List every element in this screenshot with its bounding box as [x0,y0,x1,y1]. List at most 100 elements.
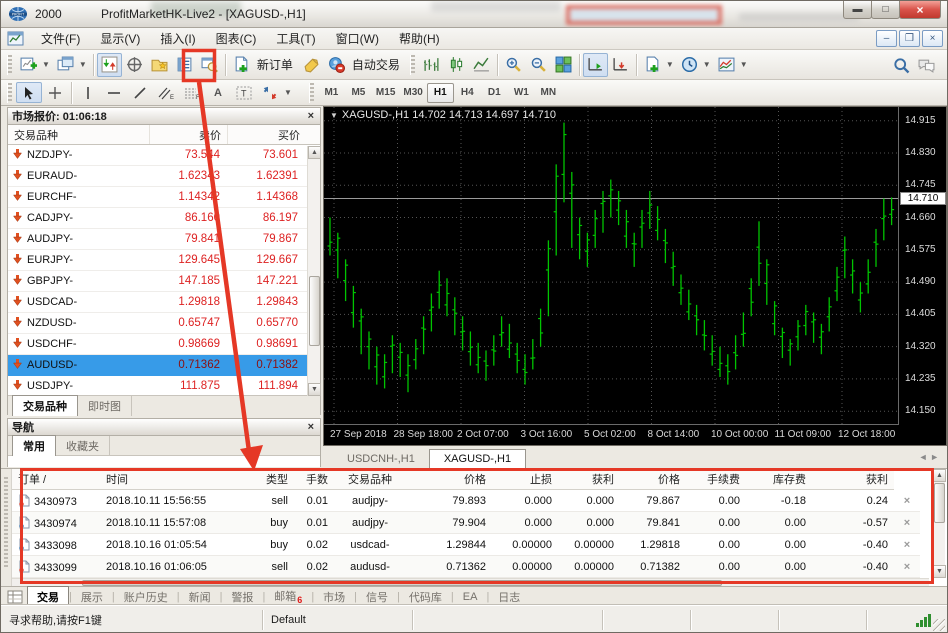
scroll-down-icon[interactable]: ▼ [933,565,946,578]
menu-item-view[interactable]: 显示(V) [90,27,150,50]
scroll-up-icon[interactable]: ▲ [933,469,946,482]
mdi-close-button[interactable]: × [922,30,943,47]
terminal-column-3[interactable]: 手数 [294,471,334,487]
terminal-column-11[interactable]: 获利 [812,471,894,487]
text-label-button[interactable]: T [231,82,257,103]
close-icon[interactable]: × [306,110,316,122]
zoom-in-button[interactable] [501,53,526,77]
mdi-minimize-button[interactable]: – [876,30,897,47]
indicators-dropdown[interactable]: ▼ [666,60,674,69]
zoom-out-button[interactable] [526,53,551,77]
timeframe-M1[interactable]: M1 [318,83,345,103]
navigator-tab-收藏夹[interactable]: 收藏夹 [56,436,110,456]
terminal-column-1[interactable]: 时间 [100,471,250,487]
market-watch-button[interactable] [96,52,122,77]
horizontal-line-button[interactable] [101,82,127,103]
timeframe-M5[interactable]: M5 [345,83,372,103]
close-button[interactable]: × [899,1,941,19]
candlestick-chart-button[interactable] [444,53,469,77]
profiles-dropdown[interactable]: ▼ [79,60,87,69]
market-watch-tab-交易品种[interactable]: 交易品种 [12,395,78,416]
order-row[interactable]: 3430974 2018.10.11 15:57:08 buy 0.01 audjpy-… [12,512,920,534]
periods-dropdown[interactable]: ▼ [703,60,711,69]
templates-button[interactable] [714,53,739,77]
terminal-button[interactable] [172,53,197,77]
terminal-tab-新闻[interactable]: 新闻 [180,587,220,607]
terminal-tab-日志[interactable]: 日志 [489,587,529,607]
scrollbar-thumb[interactable] [309,276,320,346]
market-watch-row[interactable]: CADJPY- 86.160 86.197 [8,208,320,229]
market-watch-row[interactable]: AUDJPY- 79.841 79.867 [8,229,320,250]
chart-window[interactable]: ▼ XAGUSD-,H1 14.702 14.713 14.697 14.710 … [323,106,947,446]
terminal-tab-邮箱[interactable]: 邮箱6 [265,586,311,607]
maximize-button[interactable]: □ [871,1,900,19]
menu-item-insert[interactable]: 插入(I) [150,27,205,50]
timeframe-W1[interactable]: W1 [508,83,535,103]
line-chart-button[interactable] [469,53,494,77]
toolbar-grip[interactable] [409,54,415,75]
chart-tab-USDCNH-,H1[interactable]: USDCNH-,H1 [333,450,429,468]
arrows-dropdown[interactable]: ▼ [284,88,292,97]
terminal-column-4[interactable]: 交易品种 [334,471,406,487]
terminal-column-7[interactable]: 获利 [558,471,620,487]
mdi-restore-button[interactable]: ❒ [899,30,920,47]
minimize-button[interactable]: ▬ [843,1,872,19]
menu-item-window[interactable]: 窗口(W) [326,27,389,50]
timeframe-H1[interactable]: H1 [426,82,454,103]
scrollbar-thumb[interactable] [934,483,945,523]
periods-button[interactable] [677,53,702,77]
new-order-button[interactable] [229,53,254,77]
market-watch-row[interactable]: GBPJPY- 147.185 147.221 [8,271,320,292]
chart-shift-button[interactable] [608,53,633,77]
chart-tab-XAGUSD-,H1[interactable]: XAGUSD-,H1 [428,449,527,468]
terminal-column-9[interactable]: 手续费 [686,471,746,487]
profiles-button[interactable] [53,53,78,77]
close-order-icon[interactable]: × [894,517,920,529]
strategy-tester-button[interactable] [197,53,222,77]
terminal-hscrollbar[interactable] [12,578,929,586]
new-order-label[interactable]: 新订单 [257,56,293,73]
menu-item-charts[interactable]: 图表(C) [206,27,267,50]
autotrading-button[interactable] [324,53,349,77]
terminal-column-5[interactable]: 价格 [406,471,492,487]
close-order-icon[interactable]: × [894,495,920,507]
chart-plot-area[interactable] [324,107,898,425]
new-chart-dropdown[interactable]: ▼ [42,60,50,69]
vertical-line-button[interactable] [75,82,101,103]
tile-windows-button[interactable] [551,53,576,77]
terminal-tab-EA[interactable]: EA [454,589,487,605]
menu-item-help[interactable]: 帮助(H) [389,27,450,50]
order-row[interactable]: 3433099 2018.10.16 01:06:05 sell 0.02 audusd… [12,556,920,578]
toolbar-grip[interactable] [7,54,12,75]
navigator-tab-常用[interactable]: 常用 [12,435,56,456]
fibonacci-button[interactable]: F [179,82,205,103]
equidistant-channel-button[interactable]: E [153,82,179,103]
close-order-icon[interactable]: × [894,539,920,551]
timeframe-M15[interactable]: M15 [372,83,399,103]
auto-scroll-button[interactable] [582,52,608,77]
terminal-tab-市场[interactable]: 市场 [314,587,354,607]
close-order-icon[interactable]: × [894,561,920,573]
templates-dropdown[interactable]: ▼ [740,60,748,69]
terminal-column-0[interactable]: 订单 / [12,471,100,487]
market-watch-row[interactable]: EURAUD- 1.62343 1.62391 [8,166,320,187]
terminal-tab-代码库[interactable]: 代码库 [400,587,451,607]
terminal-tab-警报[interactable]: 警报 [222,587,262,607]
market-watch-row[interactable]: AUDUSD- 0.71362 0.71382 [8,355,320,376]
arrows-button[interactable] [257,82,283,103]
terminal-column-8[interactable]: 价格 [620,471,686,487]
market-watch-row[interactable]: EURJPY- 129.645 129.667 [8,250,320,271]
new-chart-button[interactable] [16,53,41,77]
market-watch-tab-即时图[interactable]: 即时图 [78,396,132,416]
data-window-button[interactable] [122,53,147,77]
trendline-button[interactable] [127,82,153,103]
indicators-button[interactable] [640,53,665,77]
market-watch-row[interactable]: NZDJPY- 73.544 73.601 [8,145,320,166]
market-watch-row[interactable]: EURCHF- 1.14342 1.14368 [8,187,320,208]
terminal-scrollbar[interactable]: ▲ ▼ [932,469,946,578]
search-icon[interactable] [889,53,914,77]
order-row[interactable]: 3430973 2018.10.11 15:56:55 sell 0.01 audjpy… [12,490,920,512]
chart-time-scale[interactable]: 27 Sep 2018 28 Sep 18:00 2 Oct 07:00 3 Oct … [324,424,898,445]
terminal-grip[interactable] [1,469,12,586]
toolbar-grip[interactable] [7,82,12,103]
